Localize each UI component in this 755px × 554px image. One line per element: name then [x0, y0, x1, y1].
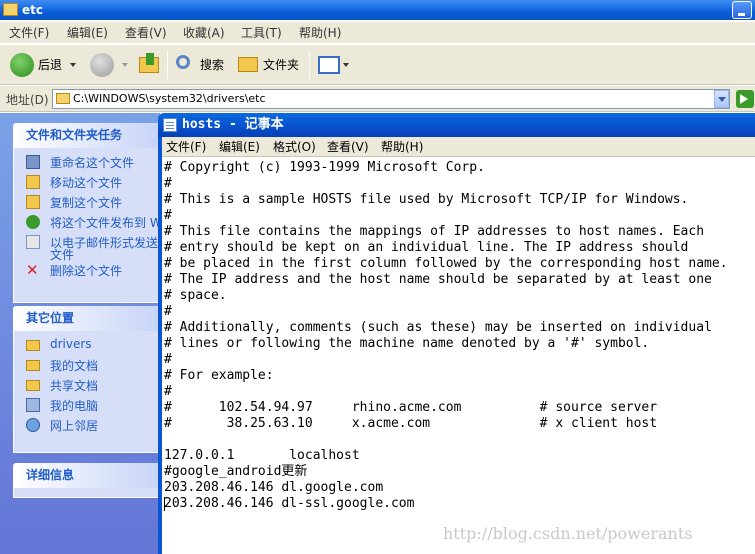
- menu-help[interactable]: 帮助(H): [299, 22, 341, 44]
- text-line: # The IP address and the host name shoul…: [164, 272, 712, 287]
- forward-arrow-icon: [90, 53, 114, 77]
- up-folder-button[interactable]: [136, 51, 164, 79]
- explorer-menu-bar: 文件(F) 编辑(E) 查看(V) 收藏(A) 工具(T) 帮助(H): [0, 22, 755, 44]
- menu-view[interactable]: 查看(V): [125, 22, 167, 44]
- delete-icon: ✕: [26, 261, 39, 279]
- email-icon: [26, 235, 40, 249]
- np-menu-edit[interactable]: 编辑(E): [219, 137, 260, 157]
- text-line: # entry should be kept on an individual …: [164, 240, 689, 255]
- address-label: 地址(D): [6, 93, 49, 107]
- details-header[interactable]: 详细信息: [13, 463, 163, 488]
- other-places-header[interactable]: 其它位置: [13, 306, 163, 331]
- text-line: # Additionally, comments (such as these)…: [164, 320, 712, 335]
- other-places-panel: drivers 我的文档 共享文档 我的电脑 网上邻居: [13, 331, 163, 453]
- text-line: # Copyright (c) 1993-1999 Microsoft Corp…: [164, 160, 485, 175]
- menu-file[interactable]: 文件(F): [9, 22, 49, 44]
- text-line: #: [164, 352, 172, 367]
- minimize-button[interactable]: [732, 1, 752, 19]
- hosts-file-content: # Copyright (c) 1993-1999 Microsoft Corp…: [164, 160, 728, 512]
- notepad-menu-bar: 文件(F) 编辑(E) 格式(O) 查看(V) 帮助(H): [162, 137, 755, 157]
- text-line: # space.: [164, 288, 227, 303]
- explorer-title: etc: [22, 3, 43, 17]
- folders-icon: [238, 57, 258, 72]
- text-line: # 102.54.94.97 rhino.acme.com # source s…: [164, 400, 658, 415]
- address-dropdown-button[interactable]: [714, 90, 729, 108]
- chevron-down-icon[interactable]: [122, 63, 128, 67]
- folder-icon: [26, 340, 40, 351]
- menu-edit[interactable]: 编辑(E): [67, 22, 108, 44]
- menu-tools[interactable]: 工具(T): [241, 22, 282, 44]
- menu-favorites[interactable]: 收藏(A): [183, 22, 225, 44]
- text-line: # This file contains the mappings of IP …: [164, 224, 705, 239]
- file-tasks-header[interactable]: 文件和文件夹任务: [13, 123, 163, 148]
- go-button[interactable]: [736, 90, 754, 108]
- back-arrow-icon: [10, 53, 34, 77]
- text-line: 203.208.46.146 dl.google.com: [164, 480, 384, 495]
- explorer-toolbar: 后退 搜索 文件夹: [0, 45, 755, 85]
- folders-button[interactable]: 文件夹: [236, 51, 302, 79]
- text-line: #google_android更新: [164, 464, 308, 479]
- views-icon: [318, 56, 340, 74]
- rename-icon: [26, 155, 40, 169]
- move-icon: [26, 175, 40, 189]
- address-input[interactable]: C:\WINDOWS\system32\drivers\etc: [52, 89, 730, 109]
- views-button[interactable]: [316, 51, 352, 79]
- text-line: # lines or following the machine name de…: [164, 336, 650, 351]
- folder-icon: [3, 3, 18, 16]
- address-bar: 地址(D) C:\WINDOWS\system32\drivers\etc: [0, 86, 755, 112]
- publish-web-icon: [26, 215, 40, 229]
- toolbar-separator: [167, 51, 168, 79]
- my-documents-icon: [26, 360, 40, 371]
- text-line: # 38.25.63.10 x.acme.com # x client host: [164, 416, 658, 431]
- details-panel: [13, 488, 163, 498]
- text-line: 203.208.46.146 dl-ssl.google.com: [164, 496, 415, 511]
- text-line: #: [164, 304, 172, 319]
- search-button[interactable]: 搜索: [172, 51, 230, 79]
- my-computer-icon: [26, 398, 40, 412]
- chevron-down-icon[interactable]: [343, 63, 349, 67]
- explorer-title-bar[interactable]: etc: [0, 0, 755, 20]
- text-line: 127.0.0.1 localhost: [164, 448, 360, 463]
- np-menu-file[interactable]: 文件(F): [166, 137, 206, 157]
- notepad-icon: [163, 118, 177, 132]
- text-line: #: [164, 208, 172, 223]
- up-arrow-icon: [146, 53, 154, 65]
- watermark: http://blog.csdn.net/powerants: [443, 524, 693, 543]
- file-tasks-panel: 重命名这个文件 移动这个文件 复制这个文件 将这个文件发布到 W 以电子邮件形式…: [13, 148, 163, 303]
- forward-button[interactable]: [88, 51, 130, 79]
- task-pane: 文件和文件夹任务 重命名这个文件 移动这个文件 复制这个文件 将这个文件发布到 …: [0, 113, 163, 554]
- back-button[interactable]: 后退: [8, 51, 80, 79]
- address-value: C:\WINDOWS\system32\drivers\etc: [73, 92, 266, 105]
- np-menu-format[interactable]: 格式(O): [273, 137, 316, 157]
- np-menu-view[interactable]: 查看(V): [327, 137, 369, 157]
- shared-documents-icon: [26, 380, 40, 391]
- search-icon: [176, 55, 190, 69]
- toolbar-separator: [309, 51, 310, 79]
- notepad-text-area[interactable]: # Copyright (c) 1993-1999 Microsoft Corp…: [162, 158, 755, 554]
- copy-icon: [26, 195, 40, 209]
- text-line: #: [164, 176, 172, 191]
- text-line: # be placed in the first column followed…: [164, 256, 728, 271]
- network-icon: [26, 418, 40, 432]
- text-caret: [164, 497, 165, 511]
- chevron-down-icon[interactable]: [70, 63, 76, 67]
- np-menu-help[interactable]: 帮助(H): [381, 137, 423, 157]
- text-line: #: [164, 384, 172, 399]
- text-line: # This is a sample HOSTS file used by Mi…: [164, 192, 689, 207]
- notepad-title-bar[interactable]: hosts - 记事本: [158, 113, 755, 137]
- notepad-title: hosts - 记事本: [182, 117, 284, 132]
- folder-icon: [56, 93, 70, 104]
- text-line: # For example:: [164, 368, 274, 383]
